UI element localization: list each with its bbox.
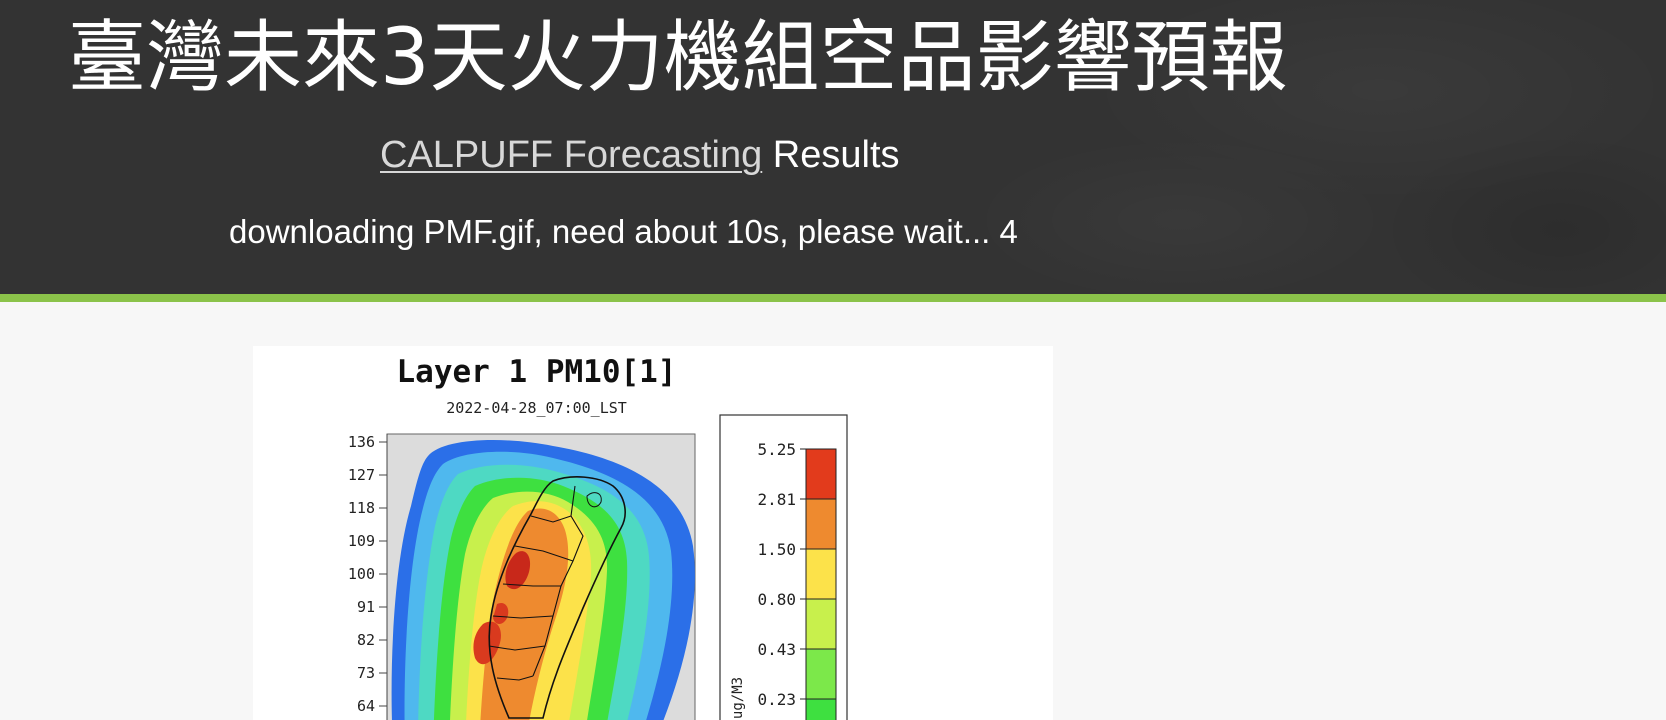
calpuff-forecasting-link[interactable]: CALPUFF Forecasting — [380, 134, 762, 176]
colorbar-segment — [805, 448, 837, 500]
colorbar-segment — [805, 598, 837, 650]
colorbar-label: 2.81 — [757, 490, 796, 509]
pm10-forecast-image: 136 127 118 109 100 91 82 73 64 5.25 2.81 1.50 0.80… — [253, 346, 1053, 720]
colorbar-segment — [805, 548, 837, 600]
y-tick-label: 109 — [348, 532, 375, 550]
page-subtitle: CALPUFF Forecasting Results — [380, 130, 900, 180]
y-tick-label: 82 — [357, 631, 375, 649]
page-header: 臺灣未來3天火力機組空品影響預報 CALPUFF Forecasting Res… — [0, 0, 1666, 294]
colorbar-label: 0.43 — [757, 640, 796, 659]
download-status: downloading PMF.gif, need about 10s, ple… — [229, 213, 1018, 250]
colorbar-segment — [805, 498, 837, 550]
y-tick-label: 64 — [357, 697, 375, 715]
y-tick-label: 136 — [348, 433, 375, 451]
plot-timestamp: 2022-04-28_07:00_LST — [446, 399, 627, 417]
y-tick-label: 91 — [357, 598, 375, 616]
y-tick-label: 127 — [348, 466, 375, 484]
y-tick-label: 73 — [357, 664, 375, 682]
plot-title: Layer 1 PM10[1] — [396, 354, 677, 390]
colorbar-segment — [805, 648, 837, 700]
y-tick-labels: 136 127 118 109 100 91 82 73 64 — [348, 433, 387, 715]
y-tick-label: 118 — [348, 499, 375, 517]
colorbar-label: 1.50 — [757, 540, 796, 559]
colorbar — [805, 448, 837, 720]
y-tick-label: 100 — [348, 565, 375, 583]
colorbar-segment — [805, 698, 837, 720]
colorbar-unit-label: ug/M3 — [730, 677, 746, 719]
page-title: 臺灣未來3天火力機組空品影響預報 — [68, 13, 1288, 103]
colorbar-label: 0.23 — [757, 690, 796, 709]
subtitle-results-text: Results — [762, 134, 900, 176]
colorbar-label: 0.80 — [757, 590, 796, 609]
colorbar-label: 5.25 — [757, 440, 796, 459]
accent-divider — [0, 294, 1666, 302]
concentration-field — [391, 440, 695, 720]
